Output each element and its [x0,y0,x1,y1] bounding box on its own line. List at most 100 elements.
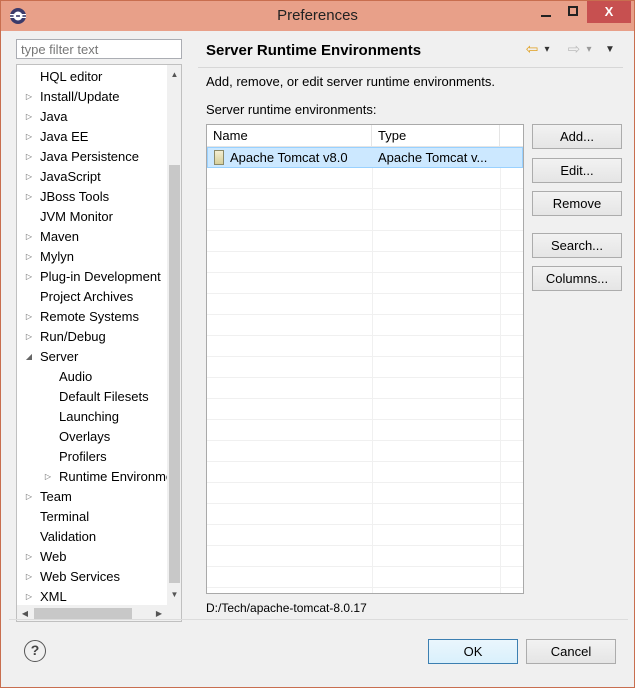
tree-expand-icon[interactable]: ▷ [24,147,34,167]
tree-expand-icon[interactable]: ▷ [24,267,34,287]
add-button[interactable]: Add... [532,124,622,149]
tree-expand-icon[interactable]: ◢ [24,347,34,367]
tree-item[interactable]: Overlays [17,427,167,447]
table-row [207,168,523,189]
tree-expand-icon[interactable]: ▷ [24,567,34,587]
tree-item[interactable]: ▷ Web [17,547,167,567]
filter-input[interactable] [16,39,182,59]
tree-item[interactable]: ▷ Java Persistence [17,147,167,167]
tree-item[interactable]: ▷ Install/Update [17,87,167,107]
tree-item[interactable]: ▷ Plug-in Development [17,267,167,287]
tree-item-label: HQL editor [40,69,103,84]
tree-expand-icon[interactable]: ▷ [24,107,34,127]
tree-item[interactable]: ▷ Java [17,107,167,127]
tree-item[interactable]: ▷ Runtime Environments [17,467,181,487]
tree-item[interactable]: ◢ Server [17,347,167,367]
preference-tree: ▷ XML ▷ Web Services ▷ Web Validation Terminal ▷… [16,64,182,622]
cancel-button[interactable]: Cancel [526,639,616,664]
tree-item[interactable]: Validation [17,527,167,547]
tree-item-label: Project Archives [40,289,134,304]
tree-expand-icon[interactable]: ▷ [24,127,34,147]
tree-expand-icon[interactable]: ▷ [24,487,34,507]
tree-expand-icon[interactable]: ▷ [24,587,34,607]
tree-item[interactable]: ▷ XML [17,587,167,607]
tree-item-label: Web Services [40,569,120,584]
table-row [207,546,523,567]
tree-item-label: Mylyn [40,249,74,264]
tree-item-label: Validation [40,529,97,544]
back-menu-icon[interactable]: ▾ [541,41,553,59]
tree-expand-icon [43,447,53,467]
forward-menu-icon[interactable]: ▾ [583,41,595,59]
tree-vertical-scrollbar[interactable]: ▲ ▼ [167,65,181,605]
scroll-thumb[interactable] [169,165,180,583]
tree-item[interactable]: ▷ Team [17,487,167,507]
table-row [207,504,523,525]
tree-expand-icon[interactable]: ▷ [24,247,34,267]
tree-item[interactable]: ▷ Maven [17,227,167,247]
tree-expand-icon[interactable]: ▷ [43,467,53,487]
tree-item-label: XML [40,589,67,604]
tree-item[interactable]: Project Archives [17,287,167,307]
scroll-up-icon[interactable]: ▲ [167,67,181,83]
server-runtime-icon [214,150,224,165]
ok-button[interactable]: OK [428,639,518,664]
tree-expand-icon[interactable]: ▷ [24,187,34,207]
tree-expand-icon[interactable]: ▷ [24,87,34,107]
table-row [207,441,523,462]
table-row [207,357,523,378]
tree-expand-icon[interactable]: ▷ [24,227,34,247]
tree-item-label: Maven [40,229,80,244]
table-row [207,189,523,210]
tree-item[interactable]: ▷ JavaScript [17,167,167,187]
tree-item[interactable]: HQL editor [17,67,167,87]
hscroll-thumb[interactable] [34,608,132,619]
maximize-icon [568,6,578,16]
minimize-button[interactable] [533,1,559,23]
table-row [207,231,523,252]
runtime-location-path: D:/Tech/apache-tomcat-8.0.17 [206,601,367,615]
forward-arrow-icon[interactable]: ⇨ [565,41,583,59]
title-bar[interactable]: Preferences X [1,1,634,31]
tree-expand-icon[interactable]: ▷ [24,327,34,347]
tree-item-label: JavaScript [40,169,101,184]
column-header-name[interactable]: Name [207,125,372,147]
tree-expand-icon [43,387,53,407]
tree-item[interactable]: Terminal [17,507,167,527]
table-row [207,252,523,273]
tree-item[interactable]: JVM Monitor [17,207,167,227]
tree-item[interactable]: Profilers [17,447,167,467]
search-button[interactable]: Search... [532,233,622,258]
tree-expand-icon[interactable]: ▷ [24,167,34,187]
back-arrow-icon[interactable]: ⇦ [523,41,541,59]
column-header-type[interactable]: Type [372,125,500,147]
remove-button[interactable]: Remove [532,191,622,216]
tree-item[interactable]: ▷ Run/Debug [17,327,167,347]
maximize-button[interactable] [560,1,586,23]
tree-item[interactable]: Default Filesets [17,387,167,407]
table-row [207,378,523,399]
close-button[interactable]: X [587,1,631,23]
tree-item[interactable]: ▷ Remote Systems [17,307,167,327]
tree-item-label: Plug-in Development [40,269,161,284]
edit-button[interactable]: Edit... [532,158,622,183]
tree-item[interactable]: Audio [17,367,167,387]
columns-button[interactable]: Columns... [532,266,622,291]
tree-expand-icon[interactable]: ▷ [24,547,34,567]
table-header: Name Type [207,125,523,147]
tree-expand-icon[interactable]: ▷ [24,307,34,327]
tree-item[interactable]: ▷ Java EE [17,127,167,147]
tree-item[interactable]: ▷ Mylyn [17,247,167,267]
tree-expand-icon [24,527,34,547]
scroll-down-icon[interactable]: ▼ [167,587,181,603]
view-menu-icon[interactable]: ▼ [603,41,617,59]
table-row-selected[interactable]: Apache Tomcat v8.0 Apache Tomcat v... [207,147,523,168]
tree-item[interactable]: Launching [17,407,167,427]
tree-expand-icon [43,367,53,387]
tree-item[interactable]: ▷ JBoss Tools [17,187,167,207]
tree-item[interactable]: ▷ Web Services [17,567,167,587]
help-icon[interactable]: ? [24,640,46,662]
tree-expand-icon [43,407,53,427]
table-row [207,273,523,294]
tree-item-label: Install/Update [40,89,120,104]
